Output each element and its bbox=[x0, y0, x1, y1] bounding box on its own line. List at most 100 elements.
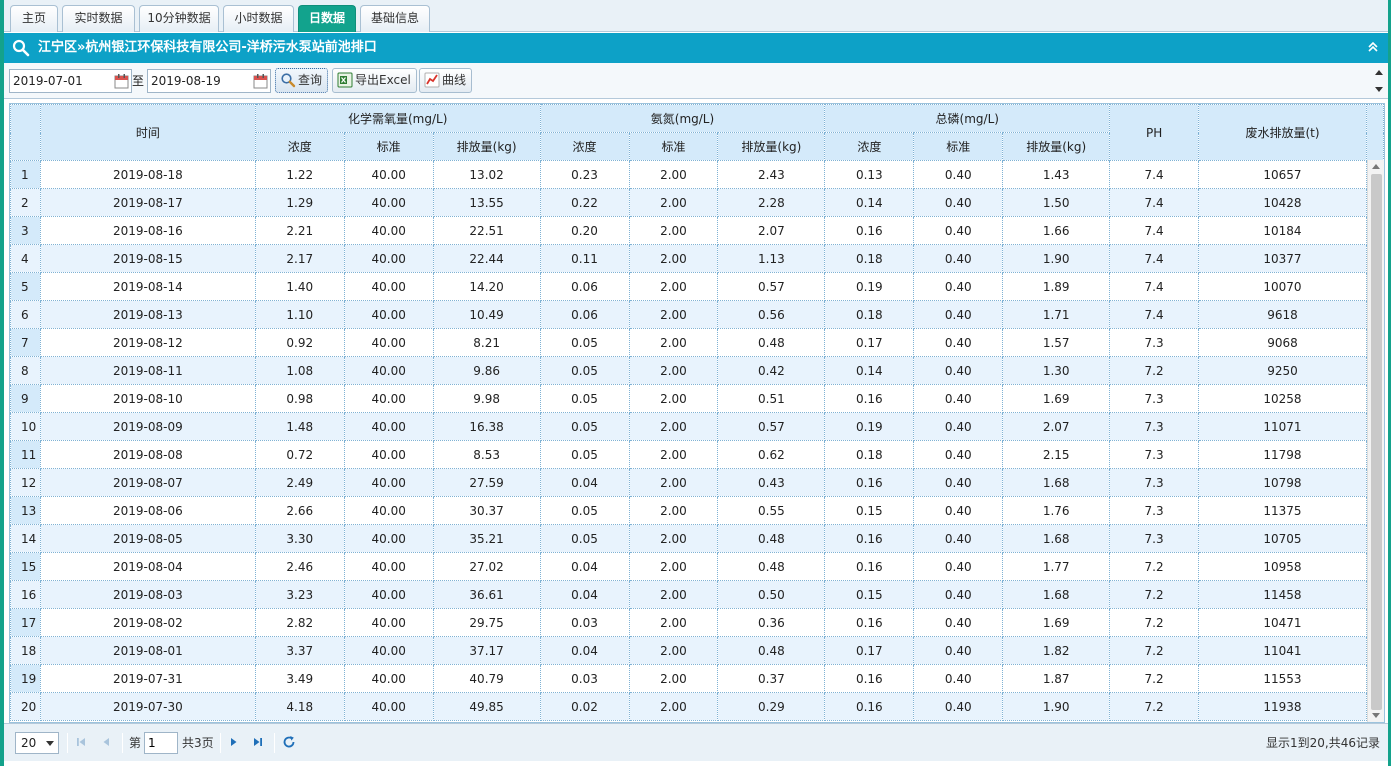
table-row[interactable]: 17 2019-08-02 2.82 40.00 29.75 0.03 2.00 0.36 0.… bbox=[10, 608, 1384, 637]
column-header-wastewater[interactable]: 废水排放量(t) bbox=[1198, 104, 1367, 161]
table-row[interactable]: 19 2019-07-31 3.49 40.00 40.79 0.03 2.00 0.37 0.… bbox=[10, 664, 1384, 693]
cell-phosphorus-discharge: 1.76 bbox=[1002, 496, 1111, 525]
table-row[interactable]: 8 2019-08-11 1.08 40.00 9.86 0.05 2.00 0.42 0.14… bbox=[10, 356, 1384, 385]
table-row[interactable]: 20 2019-07-30 4.18 40.00 49.85 0.02 2.00 0.29 0.… bbox=[10, 692, 1384, 721]
next-page-icon[interactable] bbox=[226, 734, 242, 750]
toolbar-scroll-arrows[interactable] bbox=[1374, 67, 1384, 95]
column-header-cod-standard[interactable]: 标准 bbox=[343, 132, 434, 161]
table-row[interactable]: 15 2019-08-04 2.46 40.00 27.02 0.04 2.00 0.48 0.… bbox=[10, 552, 1384, 581]
column-header-ammonia-standard[interactable]: 标准 bbox=[628, 132, 719, 161]
cell-time: 2019-08-11 bbox=[39, 356, 256, 385]
header-scroll-spacer bbox=[1365, 104, 1385, 161]
cell-time: 2019-08-06 bbox=[39, 496, 256, 525]
export-excel-button[interactable]: 导出Excel bbox=[332, 68, 417, 93]
tab-daily-data[interactable]: 日数据 bbox=[298, 5, 356, 32]
table-row[interactable]: 18 2019-08-01 3.37 40.00 37.17 0.04 2.00 0.48 0.… bbox=[10, 636, 1384, 665]
table-row[interactable]: 9 2019-08-10 0.98 40.00 9.98 0.05 2.00 0.51 0.16… bbox=[10, 384, 1384, 413]
cell-phosphorus-concentration: 0.14 bbox=[824, 188, 915, 217]
tab-basic-info[interactable]: 基础信息 bbox=[360, 5, 430, 32]
magnifier-icon bbox=[281, 73, 296, 88]
curve-button[interactable]: 曲线 bbox=[419, 68, 473, 93]
cell-cod-discharge: 8.21 bbox=[432, 328, 541, 357]
column-header-time[interactable]: 时间 bbox=[39, 104, 256, 161]
table-row[interactable]: 13 2019-08-06 2.66 40.00 30.37 0.05 2.00 0.55 0.… bbox=[10, 496, 1384, 525]
cell-phosphorus-standard: 0.40 bbox=[913, 496, 1004, 525]
cell-ammonia-discharge: 2.43 bbox=[717, 160, 826, 189]
column-header-phosphorus-concentration[interactable]: 浓度 bbox=[824, 132, 915, 161]
table-body: 1 2019-08-18 1.22 40.00 13.02 0.23 2.00 2.43 0.1… bbox=[10, 160, 1384, 721]
cell-ph: 7.4 bbox=[1109, 272, 1200, 301]
cell-wastewater-discharge: 10070 bbox=[1198, 272, 1367, 301]
scroll-up-arrow-icon[interactable] bbox=[1372, 164, 1380, 169]
cell-wastewater-discharge: 10377 bbox=[1198, 244, 1367, 273]
cell-ammonia-standard: 2.00 bbox=[628, 356, 719, 385]
cell-time: 2019-07-31 bbox=[39, 664, 256, 693]
column-header-ammonia-concentration[interactable]: 浓度 bbox=[539, 132, 630, 161]
start-date-input[interactable] bbox=[10, 70, 114, 92]
cell-time: 2019-08-04 bbox=[39, 552, 256, 581]
refresh-icon[interactable] bbox=[281, 734, 297, 750]
collapse-icon[interactable] bbox=[1366, 40, 1380, 54]
group-header-phosphorus: 总磷(mg/L) bbox=[824, 104, 1111, 133]
row-number-cell: 8 bbox=[10, 356, 41, 385]
cell-ammonia-standard: 2.00 bbox=[628, 468, 719, 497]
cell-phosphorus-concentration: 0.18 bbox=[824, 440, 915, 469]
row-number-cell: 18 bbox=[10, 636, 41, 665]
previous-page-icon[interactable] bbox=[98, 734, 114, 750]
table-row[interactable]: 1 2019-08-18 1.22 40.00 13.02 0.23 2.00 2.43 0.1… bbox=[10, 160, 1384, 189]
calendar-icon[interactable] bbox=[114, 73, 129, 89]
table-row[interactable]: 12 2019-08-07 2.49 40.00 27.59 0.04 2.00 0.43 0.… bbox=[10, 468, 1384, 497]
cell-phosphorus-concentration: 0.15 bbox=[824, 580, 915, 609]
row-number-cell: 9 bbox=[10, 384, 41, 413]
column-header-ammonia-discharge[interactable]: 排放量(kg) bbox=[717, 132, 826, 161]
scroll-down-arrow-icon[interactable] bbox=[1372, 713, 1380, 718]
query-button[interactable]: 查询 bbox=[275, 68, 329, 93]
table-row[interactable]: 11 2019-08-08 0.72 40.00 8.53 0.05 2.00 0.62 0.1… bbox=[10, 440, 1384, 469]
cell-ammonia-standard: 2.00 bbox=[628, 692, 719, 721]
current-page-input[interactable] bbox=[144, 732, 178, 754]
calendar-icon[interactable] bbox=[253, 73, 268, 89]
table-row[interactable]: 4 2019-08-15 2.17 40.00 22.44 0.11 2.00 1.13 0.1… bbox=[10, 244, 1384, 273]
cell-ammonia-discharge: 0.29 bbox=[717, 692, 826, 721]
row-number-cell: 10 bbox=[10, 412, 41, 441]
tab-home[interactable]: 主页 bbox=[10, 5, 58, 32]
table-row[interactable]: 2 2019-08-17 1.29 40.00 13.55 0.22 2.00 2.28 0.1… bbox=[10, 188, 1384, 217]
last-page-icon[interactable] bbox=[250, 734, 266, 750]
table-row[interactable]: 16 2019-08-03 3.23 40.00 36.61 0.04 2.00 0.50 0.… bbox=[10, 580, 1384, 609]
column-header-phosphorus-discharge[interactable]: 排放量(kg) bbox=[1002, 132, 1111, 161]
table-row[interactable]: 5 2019-08-14 1.40 40.00 14.20 0.06 2.00 0.57 0.1… bbox=[10, 272, 1384, 301]
scroll-thumb[interactable] bbox=[1371, 174, 1382, 710]
page-size-select[interactable]: 20 bbox=[15, 732, 59, 754]
cell-wastewater-discharge: 10657 bbox=[1198, 160, 1367, 189]
tab-realtime-data[interactable]: 实时数据 bbox=[62, 5, 135, 32]
column-header-cod-discharge[interactable]: 排放量(kg) bbox=[432, 132, 541, 161]
table-row[interactable]: 7 2019-08-12 0.92 40.00 8.21 0.05 2.00 0.48 0.17… bbox=[10, 328, 1384, 357]
cell-cod-discharge: 9.98 bbox=[432, 384, 541, 413]
end-date-field[interactable] bbox=[147, 69, 271, 93]
cell-cod-standard: 40.00 bbox=[343, 636, 434, 665]
cell-ammonia-concentration: 0.02 bbox=[539, 692, 630, 721]
table-row[interactable]: 14 2019-08-05 3.30 40.00 35.21 0.05 2.00 0.48 0.… bbox=[10, 524, 1384, 553]
first-page-icon[interactable] bbox=[73, 734, 89, 750]
column-header-phosphorus-standard[interactable]: 标准 bbox=[913, 132, 1004, 161]
column-header-cod-concentration[interactable]: 浓度 bbox=[254, 132, 345, 161]
cell-cod-concentration: 1.48 bbox=[254, 412, 345, 441]
column-header-ph[interactable]: PH bbox=[1109, 104, 1200, 161]
table-row[interactable]: 10 2019-08-09 1.48 40.00 16.38 0.05 2.00 0.57 0.… bbox=[10, 412, 1384, 441]
cell-ammonia-concentration: 0.22 bbox=[539, 188, 630, 217]
pager-divider bbox=[220, 733, 221, 753]
table-row[interactable]: 6 2019-08-13 1.10 40.00 10.49 0.06 2.00 0.56 0.1… bbox=[10, 300, 1384, 329]
end-date-input[interactable] bbox=[148, 70, 252, 92]
table-row[interactable]: 3 2019-08-16 2.21 40.00 22.51 0.20 2.00 2.07 0.1… bbox=[10, 216, 1384, 245]
start-date-field[interactable] bbox=[9, 69, 132, 93]
grid-vertical-scrollbar[interactable] bbox=[1367, 160, 1384, 722]
tab-10min-data[interactable]: 10分钟数据 bbox=[139, 5, 219, 32]
cell-ph: 7.3 bbox=[1109, 328, 1200, 357]
cell-phosphorus-standard: 0.40 bbox=[913, 216, 1004, 245]
cell-ammonia-standard: 2.00 bbox=[628, 496, 719, 525]
tab-hourly-data[interactable]: 小时数据 bbox=[223, 5, 294, 32]
cell-cod-standard: 40.00 bbox=[343, 664, 434, 693]
cell-phosphorus-concentration: 0.17 bbox=[824, 636, 915, 665]
cell-phosphorus-standard: 0.40 bbox=[913, 580, 1004, 609]
cell-cod-standard: 40.00 bbox=[343, 580, 434, 609]
